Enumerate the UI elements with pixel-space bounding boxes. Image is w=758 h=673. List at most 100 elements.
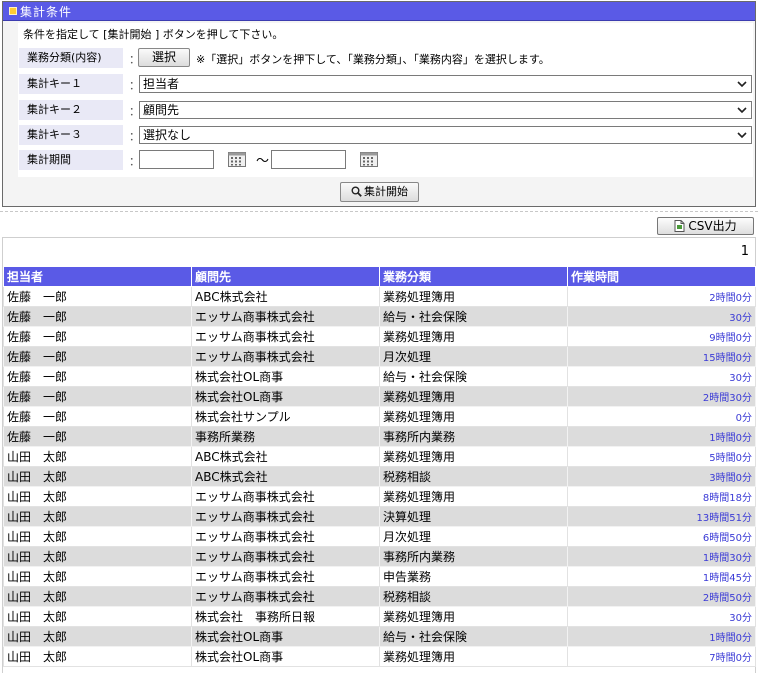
key3-select[interactable]: 選択なし <box>139 126 752 144</box>
cell-work-time[interactable]: 30分 <box>567 366 756 387</box>
period-to-input[interactable] <box>271 150 346 169</box>
column-header-client[interactable]: 顧問先 <box>191 266 380 287</box>
cell-staff: 佐藤 一郎 <box>3 346 192 367</box>
cell-category: 事務所内業務 <box>379 546 568 567</box>
cell-category: 税務相談 <box>379 586 568 607</box>
table-row: 佐藤 一郎 事務所業務 事務所内業務 1時間0分 <box>3 426 756 447</box>
condition-form: 条件を指定して [集計開始 ] ボタンを押して下さい。 業務分類(内容) ： 選… <box>18 23 753 177</box>
table-row: 佐藤 一郎 ABC株式会社 業務処理簿用 2時間0分 <box>3 286 756 307</box>
calendar-icon[interactable] <box>228 152 246 167</box>
cell-work-time[interactable]: 1時間0分 <box>567 426 756 447</box>
column-header-work-time[interactable]: 作業時間 <box>567 266 756 287</box>
cell-staff: 山田 太郎 <box>3 546 192 567</box>
cell-staff: 山田 太郎 <box>3 606 192 627</box>
cell-category: 決算処理 <box>379 506 568 527</box>
cell-client: ABC株式会社 <box>191 466 380 487</box>
chevron-down-icon <box>737 81 747 88</box>
column-header-staff[interactable]: 担当者 <box>3 266 192 287</box>
cell-staff: 佐藤 一郎 <box>3 286 192 307</box>
table-row: 山田 太郎 エッサム商事株式会社 事務所内業務 1時間30分 <box>3 546 756 567</box>
cell-work-time[interactable]: 1時間30分 <box>567 546 756 567</box>
start-button-label: 集計開始 <box>364 185 408 198</box>
table-row: 山田 太郎 エッサム商事株式会社 業務処理簿用 8時間18分 <box>3 486 756 507</box>
cell-work-time[interactable]: 7時間0分 <box>567 646 756 667</box>
cell-staff: 山田 太郎 <box>3 506 192 527</box>
period-from-input[interactable] <box>139 150 214 169</box>
table-row: 山田 太郎 エッサム商事株式会社 月次処理 6時間50分 <box>3 526 756 547</box>
instruction-text: 条件を指定して [集計開始 ] ボタンを押して下さい。 <box>23 28 284 41</box>
key1-row: 集計キー１ ： 担当者 <box>19 74 752 94</box>
cell-category: 業務処理簿用 <box>379 286 568 307</box>
cell-work-time[interactable]: 3時間0分 <box>567 466 756 487</box>
cell-work-time[interactable]: 8時間18分 <box>567 486 756 507</box>
cell-staff: 山田 太郎 <box>3 466 192 487</box>
key2-label: 集計キー２ <box>19 100 123 120</box>
cell-work-time[interactable]: 1時間45分 <box>567 566 756 587</box>
key3-value: 選択なし <box>143 128 192 142</box>
csv-button-label: CSV出力 <box>688 219 737 233</box>
page-number: 1 <box>740 244 749 259</box>
table-row: 山田 太郎 株式会社 事務所日報 業務処理簿用 30分 <box>3 606 756 627</box>
cell-client: 株式会社OL商事 <box>191 386 380 407</box>
section-divider <box>0 211 758 212</box>
cell-category: 給与・社会保険 <box>379 626 568 647</box>
table-row: 佐藤 一郎 エッサム商事株式会社 月次処理 15時間0分 <box>3 346 756 367</box>
cell-client: エッサム商事株式会社 <box>191 346 380 367</box>
select-category-button[interactable]: 選択 <box>138 48 190 67</box>
cell-work-time[interactable]: 15時間0分 <box>567 346 756 367</box>
table-row: 佐藤 一郎 株式会社サンプル 業務処理簿用 0分 <box>3 406 756 427</box>
key2-select[interactable]: 顧問先 <box>139 101 752 119</box>
cell-client: ABC株式会社 <box>191 286 380 307</box>
cell-category: 業務処理簿用 <box>379 606 568 627</box>
cell-client: エッサム商事株式会社 <box>191 526 380 547</box>
condition-panel: 集計条件 条件を指定して [集計開始 ] ボタンを押して下さい。 業務分類(内容… <box>2 1 756 207</box>
calendar-icon[interactable] <box>360 152 378 167</box>
cell-work-time[interactable]: 6時間50分 <box>567 526 756 547</box>
cell-category: 月次処理 <box>379 346 568 367</box>
cell-staff: 山田 太郎 <box>3 646 192 667</box>
cell-work-time[interactable]: 1時間0分 <box>567 626 756 647</box>
cell-category: 業務処理簿用 <box>379 406 568 427</box>
table-row: 佐藤 一郎 株式会社OL商事 業務処理簿用 2時間30分 <box>3 386 756 407</box>
start-aggregation-button[interactable]: 集計開始 <box>340 182 419 202</box>
csv-export-button[interactable]: CSV出力 <box>657 217 754 235</box>
cell-work-time[interactable]: 0分 <box>567 406 756 427</box>
cell-category: 給与・社会保険 <box>379 306 568 327</box>
cell-client: エッサム商事株式会社 <box>191 486 380 507</box>
cell-work-time[interactable]: 30分 <box>567 606 756 627</box>
cell-staff: 山田 太郎 <box>3 626 192 647</box>
chevron-down-icon <box>737 107 747 114</box>
cell-category: 業務処理簿用 <box>379 326 568 347</box>
table-row: 山田 太郎 エッサム商事株式会社 申告業務 1時間45分 <box>3 566 756 587</box>
table-body: 佐藤 一郎 ABC株式会社 業務処理簿用 2時間0分 佐藤 一郎 エッサム商事株式会社 給与… <box>3 286 756 667</box>
cell-work-time[interactable]: 2時間30分 <box>567 386 756 407</box>
table-row: 山田 太郎 エッサム商事株式会社 決算処理 13時間51分 <box>3 506 756 527</box>
cell-staff: 山田 太郎 <box>3 566 192 587</box>
cell-category: 給与・社会保険 <box>379 366 568 387</box>
key1-select[interactable]: 担当者 <box>139 75 752 93</box>
cell-client: 株式会社サンプル <box>191 406 380 427</box>
cell-work-time[interactable]: 13時間51分 <box>567 506 756 527</box>
table-row: 山田 太郎 株式会社OL商事 給与・社会保険 1時間0分 <box>3 626 756 647</box>
table-header-row: 担当者 顧問先 業務分類 作業時間 <box>3 266 756 287</box>
cell-category: 申告業務 <box>379 566 568 587</box>
key1-label: 集計キー１ <box>19 74 123 94</box>
cell-client: エッサム商事株式会社 <box>191 506 380 527</box>
period-label: 集計期間 <box>19 150 123 170</box>
cell-work-time[interactable]: 9時間0分 <box>567 326 756 347</box>
cell-work-time[interactable]: 30分 <box>567 306 756 327</box>
cell-category: 業務処理簿用 <box>379 446 568 467</box>
cell-work-time[interactable]: 5時間0分 <box>567 446 756 467</box>
cell-client: エッサム商事株式会社 <box>191 566 380 587</box>
cell-staff: 山田 太郎 <box>3 486 192 507</box>
panel-header: 集計条件 <box>3 2 755 21</box>
cell-staff: 山田 太郎 <box>3 446 192 467</box>
cell-client: エッサム商事株式会社 <box>191 326 380 347</box>
cell-work-time[interactable]: 2時間0分 <box>567 286 756 307</box>
cell-work-time[interactable]: 2時間50分 <box>567 586 756 607</box>
column-header-category[interactable]: 業務分類 <box>379 266 568 287</box>
cell-staff: 佐藤 一郎 <box>3 326 192 347</box>
search-icon <box>351 186 362 197</box>
cell-client: エッサム商事株式会社 <box>191 586 380 607</box>
key2-row: 集計キー２ ： 顧問先 <box>19 100 752 120</box>
